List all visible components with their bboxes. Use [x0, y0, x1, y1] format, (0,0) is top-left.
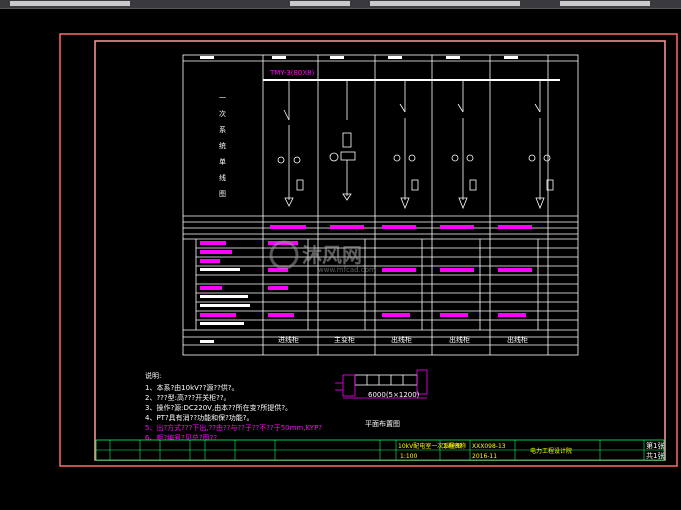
tb-drawing-no: XXX098-13	[472, 443, 506, 450]
busbar-label: TMY-3(80X8)	[269, 69, 315, 77]
tb-sheet: 第1张	[646, 441, 664, 450]
diagram-side-title: 一 次 系 统 单 线 图	[219, 94, 226, 198]
feeder-2	[329, 80, 356, 201]
toolbar-segment[interactable]	[560, 1, 650, 6]
plan-dimension: 6000(5×1200)	[368, 391, 420, 399]
feeder-5	[528, 80, 554, 210]
feeder-3	[393, 80, 419, 210]
toolbar-segment[interactable]	[290, 1, 350, 6]
side-title-char: 统	[219, 141, 226, 150]
tb-date: 2016-11	[472, 453, 497, 460]
feeder-label-4: 出线柜	[449, 335, 470, 344]
toolbar-segment[interactable]	[370, 1, 520, 6]
side-title-char: 线	[219, 173, 226, 182]
tb-project-label: 工程名称	[442, 442, 466, 450]
title-block: 10kV配电室一次系统图 工程名称 XXX098-13 1:100 2016-1…	[95, 439, 664, 461]
tb-scale: 1:100	[400, 453, 417, 460]
watermark: 沐风网 www.mfcad.com	[269, 240, 376, 274]
cad-drawing-canvas[interactable]: TMY-3(80X8) 一 次 系 统 单 线 图 进线柜 主变柜 出线柜 出线…	[0, 9, 681, 510]
side-title-char: 单	[219, 157, 226, 166]
cad-drawing: TMY-3(80X8) 一 次 系 统 单 线 图 进线柜 主变柜 出线柜 出线…	[59, 33, 678, 467]
watermark-text: 沐风网	[302, 243, 362, 267]
tb-company: 电力工程设计院	[530, 447, 572, 455]
app-toolbar-strip	[0, 0, 681, 9]
note-1: 1、本系?由10kV??源??供?。	[145, 383, 239, 392]
feeder-1	[277, 80, 304, 207]
plan-title: 平面布置图	[365, 419, 400, 428]
note-5: 5、出?方式???下出,??由??与??子??不??于50mm,KYP?	[145, 423, 322, 432]
note-3: 3、操作?源:DC220V,由本??所在变?所提供?。	[145, 403, 292, 412]
side-title-char: 系	[219, 125, 226, 134]
feeder-circuits	[277, 80, 554, 210]
tb-total: 共1张	[646, 451, 664, 460]
plan-layout: 6000(5×1200) 平面布置图	[335, 369, 428, 428]
feeder-label-5: 出线柜	[507, 335, 528, 344]
feeder-label-3: 出线柜	[391, 335, 412, 344]
side-title-char: 次	[219, 109, 226, 118]
side-title-char: 图	[219, 190, 226, 198]
table-white-cells	[200, 56, 518, 343]
side-title-char: 一	[219, 94, 226, 102]
note-4: 4、PT?具有消??功能和保?功能?。	[145, 413, 254, 422]
feeder-label-1: 进线柜	[278, 335, 299, 344]
feeder-4	[451, 80, 477, 210]
feeder-label-2: 主变柜	[334, 335, 355, 344]
notes-title: 说明:	[145, 371, 161, 380]
toolbar-segment[interactable]	[10, 1, 130, 6]
single-line-diagram	[182, 54, 579, 356]
note-2: 2、???型:高???开关柜??。	[145, 393, 231, 402]
watermark-url: www.mfcad.com	[318, 266, 376, 274]
